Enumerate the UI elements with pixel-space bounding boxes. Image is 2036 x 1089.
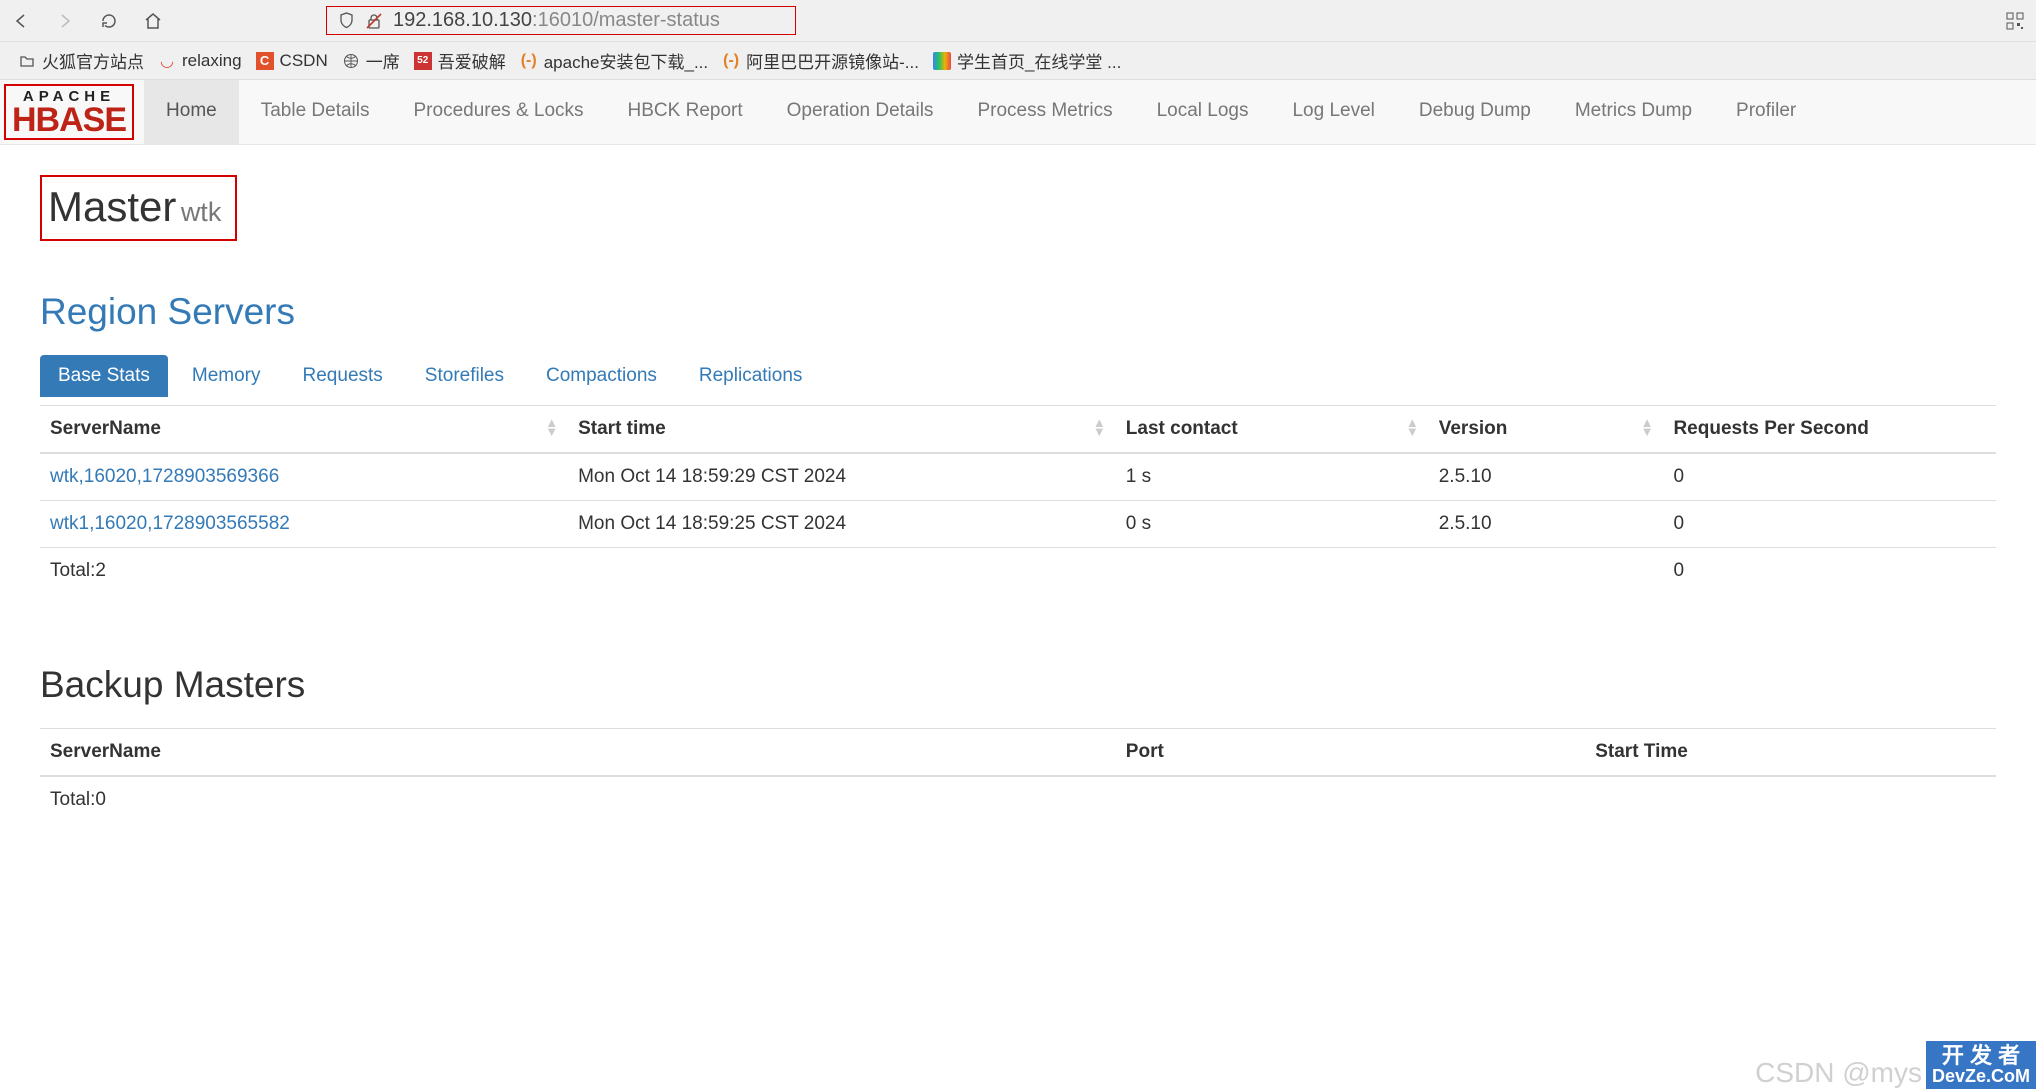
bookmarks-bar: 火狐官方站点 ◡relaxing CCSDN 一席 52吾爱破解 (-)apac…	[0, 41, 2036, 79]
cell-version: 2.5.10	[1429, 453, 1664, 501]
reload-icon	[99, 11, 119, 31]
total-rps: 0	[1663, 547, 1996, 594]
tab-requests[interactable]: Requests	[285, 355, 401, 397]
sort-icon: ▲▼	[1406, 418, 1419, 436]
nav-table-details[interactable]: Table Details	[239, 80, 392, 144]
col-start-time[interactable]: Start time▲▼	[568, 405, 1116, 453]
table-row: wtk,16020,1728903569366 Mon Oct 14 18:59…	[40, 453, 1996, 501]
toolbar-right	[2004, 10, 2026, 32]
total-label: Total:2	[40, 547, 568, 594]
watermark-badge: 开 发 者 DevZe.CoM	[1926, 1041, 2036, 1089]
nav-process-metrics[interactable]: Process Metrics	[955, 80, 1134, 144]
backup-masters-table: ServerName Port Start Time Total:0	[40, 728, 1996, 823]
cell-start: Mon Oct 14 18:59:25 CST 2024	[568, 500, 1116, 547]
apache-icon: (-)	[520, 52, 538, 70]
col-last-contact[interactable]: Last contact▲▼	[1116, 405, 1429, 453]
nav-profiler[interactable]: Profiler	[1714, 80, 1818, 144]
tab-compactions[interactable]: Compactions	[528, 355, 675, 397]
globe-icon	[342, 52, 360, 70]
nav-debug-dump[interactable]: Debug Dump	[1397, 80, 1553, 144]
tab-memory[interactable]: Memory	[174, 355, 279, 397]
col-version[interactable]: Version▲▼	[1429, 405, 1664, 453]
lock-insecure-icon	[365, 12, 383, 30]
col-bm-servername: ServerName	[40, 728, 1116, 776]
nav-operation-details[interactable]: Operation Details	[765, 80, 956, 144]
col-servername[interactable]: ServerName▲▼	[40, 405, 568, 453]
forward-button[interactable]	[54, 10, 76, 32]
cell-contact: 0 s	[1116, 500, 1429, 547]
bookmark-item[interactable]: ◡relaxing	[158, 51, 242, 71]
region-server-tabs: Base Stats Memory Requests Storefiles Co…	[40, 355, 1996, 397]
browser-chrome: 192.168.10.130:16010/master-status 火狐官方站…	[0, 0, 2036, 80]
pocket-icon: ◡	[158, 52, 176, 70]
back-button[interactable]	[10, 10, 32, 32]
master-title: Master	[48, 183, 176, 230]
browser-toolbar: 192.168.10.130:16010/master-status	[0, 0, 2036, 41]
bookmark-item[interactable]: (-)阿里巴巴开源镜像站-...	[722, 48, 919, 73]
bookmark-item[interactable]: 52吾爱破解	[414, 48, 506, 73]
bookmark-item[interactable]: 一席	[342, 48, 400, 73]
col-rps[interactable]: Requests Per Second	[1663, 405, 1996, 453]
bookmark-item[interactable]: (-)apache安装包下载_...	[520, 48, 708, 73]
nav-home[interactable]: Home	[144, 80, 239, 144]
csdn-icon: C	[256, 52, 274, 70]
table-row: wtk1,16020,1728903565582 Mon Oct 14 18:5…	[40, 500, 1996, 547]
nav-procedures-locks[interactable]: Procedures & Locks	[392, 80, 606, 144]
region-servers-table: ServerName▲▼ Start time▲▼ Last contact▲▼…	[40, 405, 1996, 594]
col-bm-port: Port	[1116, 728, 1585, 776]
cell-contact: 1 s	[1116, 453, 1429, 501]
qr-icon[interactable]	[2004, 10, 2026, 32]
sort-icon: ▲▼	[1093, 418, 1106, 436]
table-total-row: Total:0	[40, 776, 1996, 823]
home-button[interactable]	[142, 10, 164, 32]
cell-rps: 0	[1663, 500, 1996, 547]
nav-metrics-dump[interactable]: Metrics Dump	[1553, 80, 1714, 144]
arrow-right-icon	[55, 11, 75, 31]
bm-total-label: Total:0	[40, 776, 1116, 823]
home-icon	[143, 11, 163, 31]
cell-start: Mon Oct 14 18:59:29 CST 2024	[568, 453, 1116, 501]
cell-version: 2.5.10	[1429, 500, 1664, 547]
tab-base-stats[interactable]: Base Stats	[40, 355, 168, 397]
url-text: 192.168.10.130:16010/master-status	[393, 9, 720, 32]
bookmark-item[interactable]: 火狐官方站点	[18, 48, 144, 73]
master-title-box: Master wtk	[40, 175, 237, 241]
apache-icon: (-)	[722, 52, 740, 70]
watermark: CSDN @mys 开 发 者 DevZe.CoM	[1755, 1041, 2036, 1089]
backup-masters-heading: Backup Masters	[40, 664, 1996, 706]
server-link[interactable]: wtk,16020,1728903569366	[50, 466, 279, 487]
table-total-row: Total:2 0	[40, 547, 1996, 594]
server-link[interactable]: wtk1,16020,1728903565582	[50, 513, 290, 534]
master-hostname: wtk	[181, 197, 222, 227]
hbase-navbar: APACHE HBASE Home Table Details Procedur…	[0, 80, 2036, 145]
rainbow-icon	[933, 52, 951, 70]
url-bar[interactable]: 192.168.10.130:16010/master-status	[326, 6, 796, 35]
col-bm-start-time: Start Time	[1585, 728, 1996, 776]
watermark-csdn: CSDN @mys	[1755, 1057, 1922, 1089]
hbase-logo[interactable]: APACHE HBASE	[4, 84, 134, 140]
reload-button[interactable]	[98, 10, 120, 32]
folder-icon	[18, 52, 36, 70]
logo-main-text: HBASE	[12, 105, 126, 136]
tab-replications[interactable]: Replications	[681, 355, 821, 397]
shield-icon	[337, 12, 355, 30]
nav-local-logs[interactable]: Local Logs	[1135, 80, 1271, 144]
sort-icon: ▲▼	[545, 418, 558, 436]
bookmark-item[interactable]: 学生首页_在线学堂 ...	[933, 48, 1121, 73]
cell-rps: 0	[1663, 453, 1996, 501]
nav-hbck-report[interactable]: HBCK Report	[606, 80, 765, 144]
arrow-left-icon	[11, 11, 31, 31]
nav-log-level[interactable]: Log Level	[1270, 80, 1396, 144]
bookmark-item[interactable]: CCSDN	[256, 51, 328, 71]
tab-storefiles[interactable]: Storefiles	[407, 355, 522, 397]
region-servers-heading: Region Servers	[40, 291, 1996, 333]
sort-icon: ▲▼	[1641, 418, 1654, 436]
favicon-52pj-icon: 52	[414, 52, 432, 70]
page-content: Master wtk Region Servers Base Stats Mem…	[0, 145, 2036, 853]
